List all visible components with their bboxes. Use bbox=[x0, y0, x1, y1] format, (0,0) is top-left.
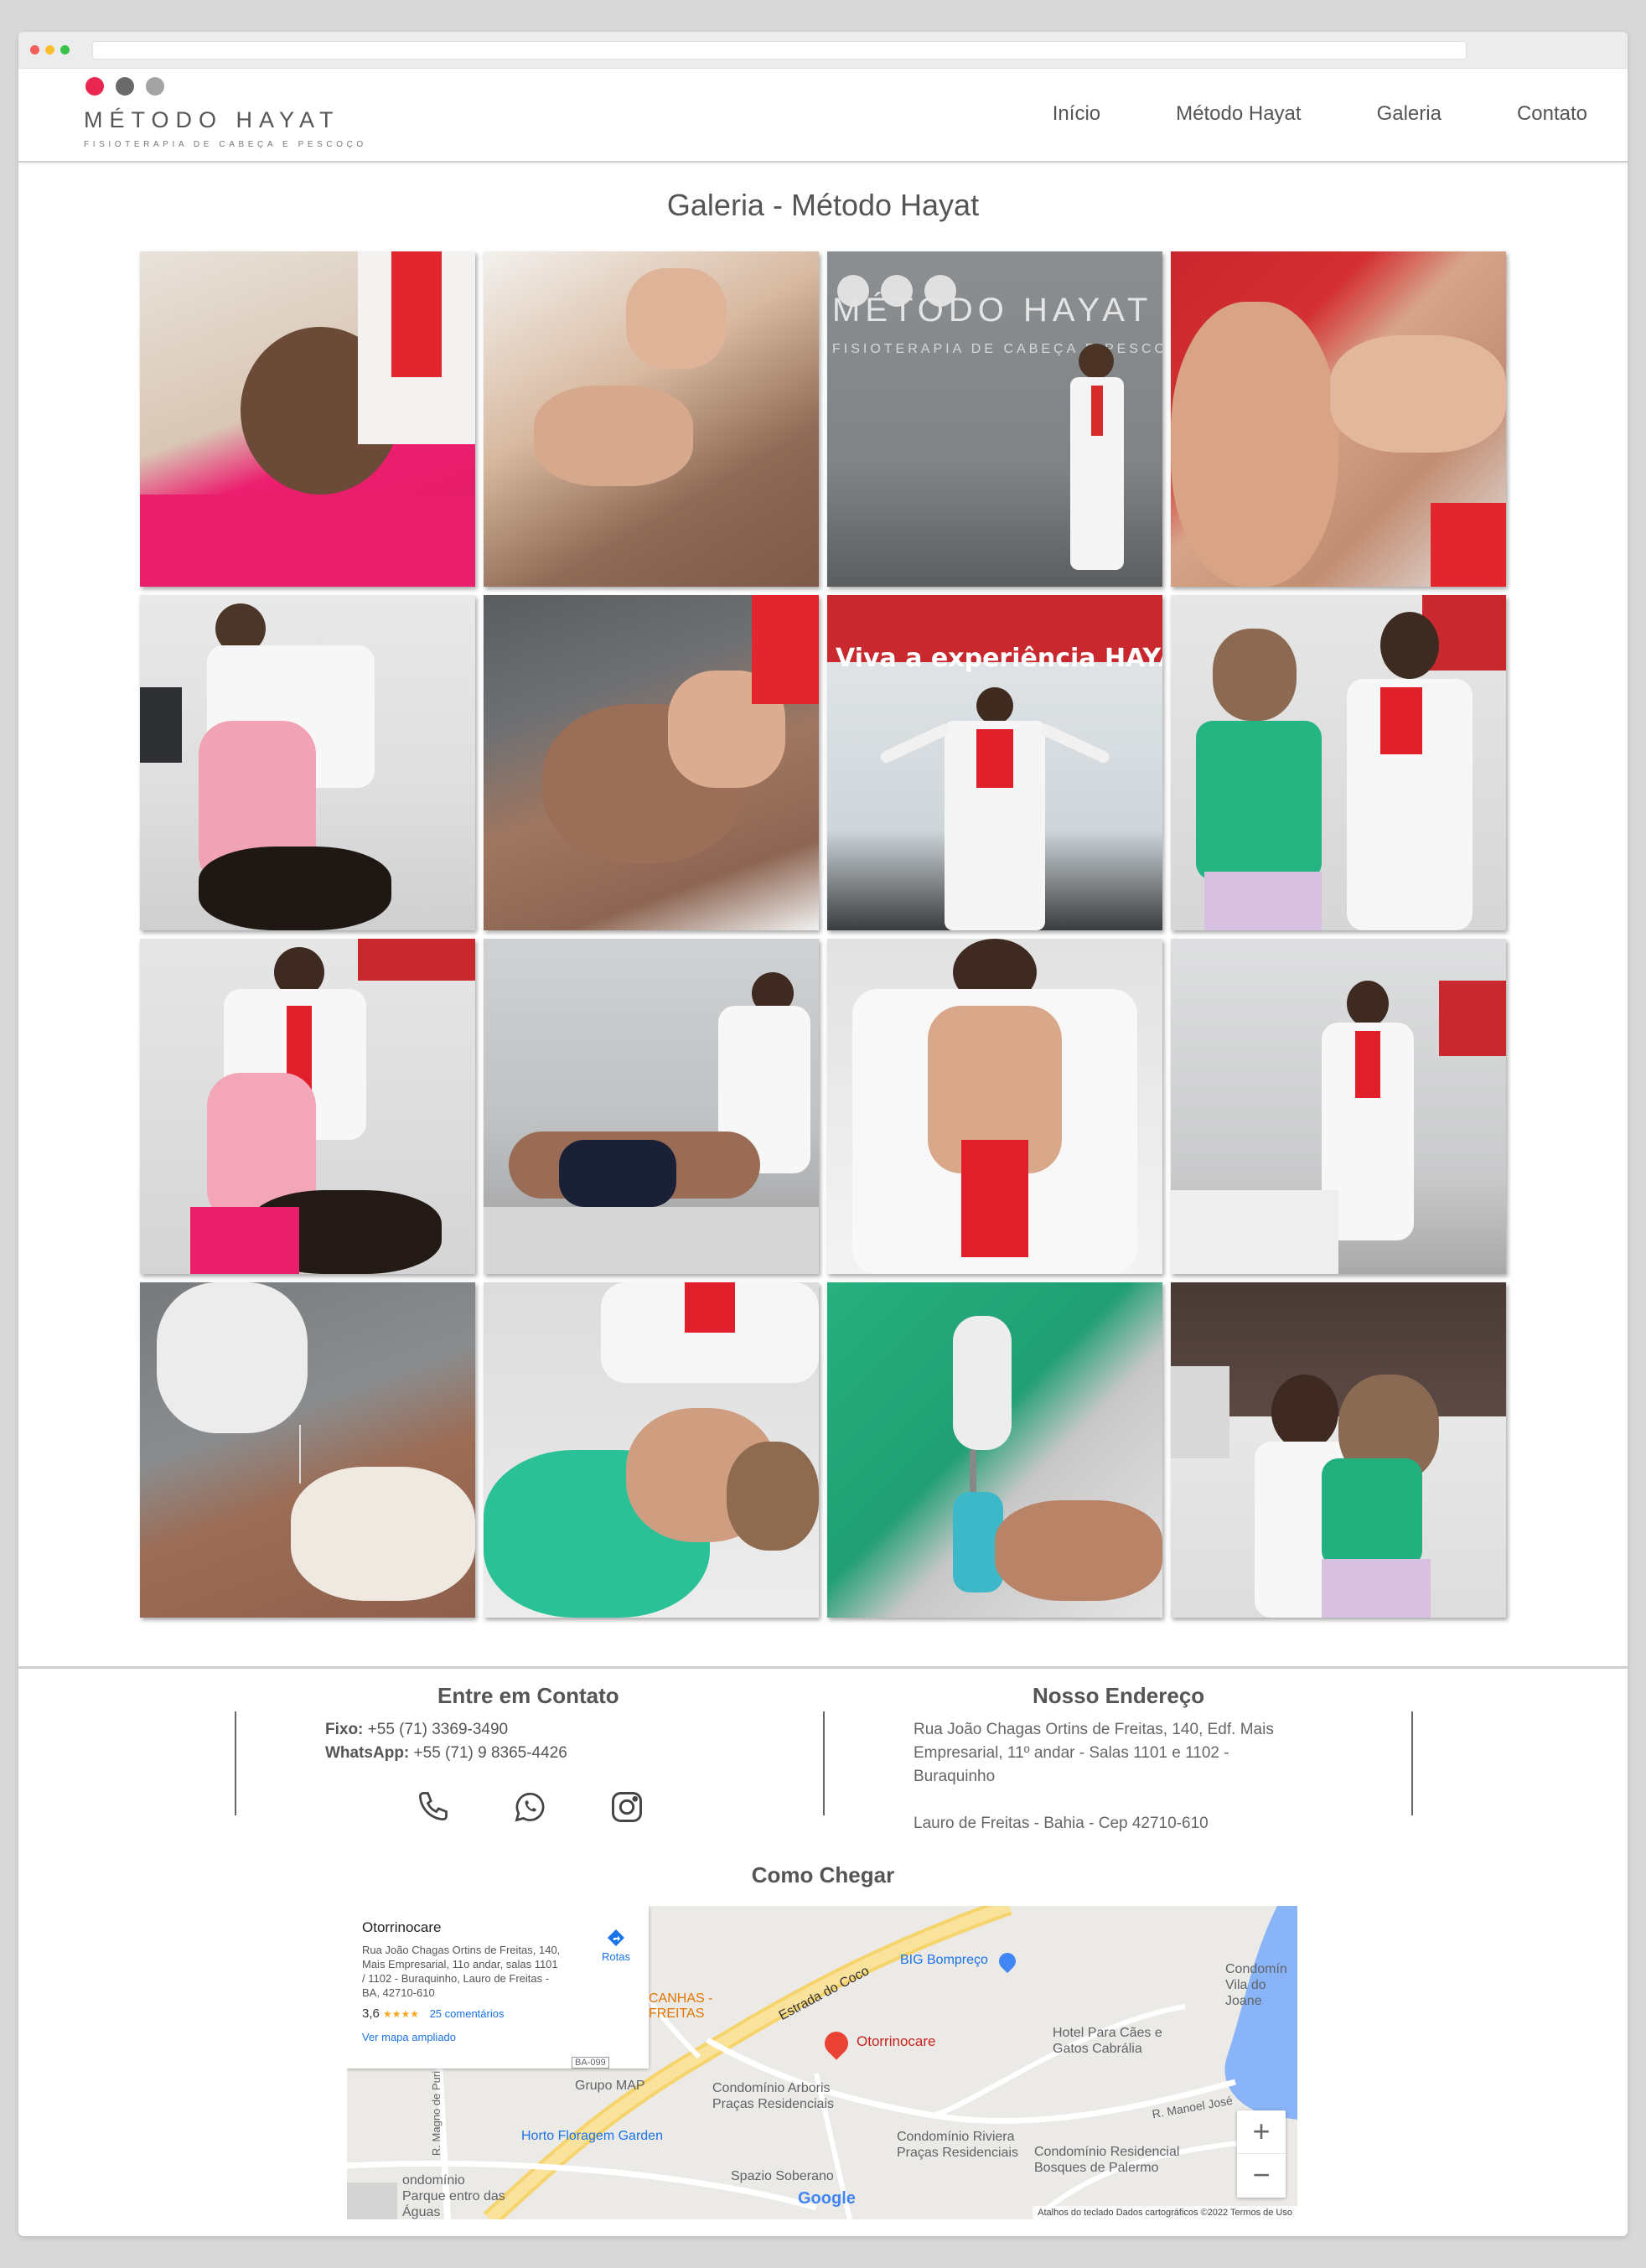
address-left-border bbox=[823, 1711, 825, 1815]
address-section: Nosso Endereço bbox=[1033, 1683, 1204, 1709]
instagram-icon[interactable] bbox=[608, 1789, 645, 1825]
gallery-photo-12[interactable] bbox=[1171, 939, 1506, 1274]
phone-line: Fixo: +55 (71) 3369-3490 bbox=[325, 1718, 567, 1742]
map-label-ba099: BA-099 bbox=[572, 2057, 609, 2069]
gallery-photo-10[interactable] bbox=[484, 939, 819, 1274]
logo-title: MÉTODO HAYAT bbox=[84, 107, 340, 132]
gallery-photo-13[interactable] bbox=[140, 1282, 475, 1618]
map-label-spazio[interactable]: Spazio Soberano bbox=[731, 2169, 834, 2184]
place-address: Rua João Chagas Ortins de Freitas, 140, … bbox=[362, 1944, 561, 1999]
google-logo: Google bbox=[798, 2189, 856, 2208]
map-label-grupo-map[interactable]: Grupo MAP bbox=[575, 2079, 645, 2094]
phone-icon[interactable] bbox=[414, 1789, 451, 1825]
whatsapp-line: WhatsApp: +55 (71) 9 8365-4426 bbox=[325, 1742, 567, 1765]
maximize-window-icon[interactable] bbox=[60, 45, 70, 54]
map-attribution[interactable]: Atalhos do teclado Dados cartográficos ©… bbox=[1033, 2206, 1297, 2219]
nav-contato[interactable]: Contato bbox=[1517, 102, 1587, 126]
address-bar[interactable] bbox=[92, 41, 1467, 60]
gallery-photo-11[interactable] bbox=[827, 939, 1162, 1274]
nav-metodo-hayat[interactable]: Método Hayat bbox=[1176, 102, 1301, 126]
map-label-magno: R. Magno de Puri bbox=[430, 2070, 443, 2157]
browser-toolbar bbox=[18, 32, 1628, 69]
phone-label: Fixo: bbox=[325, 1721, 364, 1738]
map-label-canhas[interactable]: CANHAS - FREITAS bbox=[649, 1991, 732, 2022]
page-title: Galeria - Método Hayat bbox=[666, 188, 980, 222]
map-label-riviera[interactable]: Condomínio Riviera Praças Residenciais bbox=[897, 2129, 1039, 2161]
gallery-photo-2[interactable] bbox=[484, 251, 819, 587]
map-label-parque[interactable]: ondomínio Parque entro das Águas bbox=[402, 2172, 511, 2219]
nav-galeria[interactable]: Galeria bbox=[1377, 102, 1442, 126]
gallery-photo-16[interactable] bbox=[1171, 1282, 1506, 1618]
gallery-photo-7[interactable]: Viva a experiência HAYAT bbox=[827, 595, 1162, 930]
nav-inicio[interactable]: Início bbox=[1053, 102, 1100, 126]
minimize-window-icon[interactable] bbox=[45, 45, 54, 54]
gallery-photo-8[interactable] bbox=[1171, 595, 1506, 930]
whatsapp-icon[interactable] bbox=[511, 1789, 548, 1825]
main-nav: Início Método Hayat Galeria Contato bbox=[977, 102, 1587, 126]
wall-logo-title: MÉTODO HAYAT bbox=[832, 292, 1153, 329]
place-name: Otorrinocare bbox=[362, 1919, 442, 1935]
address-text: Rua João Chagas Ortins de Freitas, 140, … bbox=[914, 1718, 1291, 1836]
map-label-vila[interactable]: Condomín Vila do Joane bbox=[1225, 1961, 1297, 2009]
marker-label[interactable]: Otorrinocare bbox=[857, 2033, 935, 2050]
phone-number[interactable]: +55 (71) 3369-3490 bbox=[363, 1721, 508, 1738]
gallery-photo-6[interactable] bbox=[484, 595, 819, 930]
footer-divider bbox=[18, 1666, 1628, 1669]
map-label-hotel[interactable]: Hotel Para Cães e Gatos Cabrália bbox=[1053, 2025, 1178, 2057]
contact-phones: Fixo: +55 (71) 3369-3490 WhatsApp: +55 (… bbox=[325, 1718, 567, 1765]
zoom-controls: + − bbox=[1237, 2110, 1286, 2198]
map-label-horto[interactable]: Horto Floragem Garden bbox=[521, 2129, 663, 2144]
logo-dots-icon bbox=[85, 77, 367, 96]
browser-window: MÉTODO HAYAT FISIOTERAPIA DE CABEÇA E PE… bbox=[18, 32, 1628, 2236]
map-label-arboris[interactable]: Condomínio Arboris Praças Residenciais bbox=[712, 2080, 863, 2112]
map-label-big[interactable]: BIG Bompreço bbox=[900, 1953, 988, 1968]
zoom-in-button[interactable]: + bbox=[1237, 2110, 1286, 2154]
place-card: Otorrinocare Rua João Chagas Ortins de F… bbox=[347, 1906, 649, 2069]
close-window-icon[interactable] bbox=[30, 45, 39, 54]
directions-label: Rotas bbox=[602, 1950, 630, 1963]
enlarge-map-link[interactable]: Ver mapa ampliado bbox=[362, 2031, 634, 2043]
logo[interactable]: MÉTODO HAYAT FISIOTERAPIA DE CABEÇA E PE… bbox=[84, 77, 367, 149]
photo-caption: Viva a experiência HAYAT bbox=[836, 644, 1162, 673]
rating-value: 3,6 bbox=[362, 2007, 380, 2021]
directions-title: Como Chegar bbox=[751, 1862, 895, 1887]
place-rating: 3,6 ★★★★ 25 comentários bbox=[362, 2007, 634, 2021]
address-line-1: Rua João Chagas Ortins de Freitas, 140, … bbox=[914, 1721, 1274, 1785]
contact-title: Entre em Contato bbox=[437, 1683, 619, 1708]
address-right-border bbox=[1411, 1711, 1413, 1815]
reviews-link[interactable]: 25 comentários bbox=[430, 2007, 505, 2020]
contact-left-border bbox=[235, 1711, 236, 1815]
gallery-photo-9[interactable] bbox=[140, 939, 475, 1274]
gallery-photo-3[interactable]: MÉTODO HAYAT FISIOTERAPIA DE CABEÇA E PE… bbox=[827, 251, 1162, 587]
social-icons bbox=[414, 1789, 645, 1825]
whatsapp-number[interactable]: +55 (71) 9 8365-4426 bbox=[409, 1744, 567, 1762]
google-map[interactable]: Otorrinocare Rua João Chagas Ortins de F… bbox=[347, 1906, 1297, 2219]
whatsapp-label: WhatsApp: bbox=[325, 1744, 410, 1762]
rating-stars-icon: ★★★★ bbox=[383, 2008, 420, 2020]
directions-icon bbox=[608, 1929, 625, 1946]
logo-subtitle: FISIOTERAPIA DE CABEÇA E PESCOÇO bbox=[84, 140, 367, 149]
address-line-2: Lauro de Freitas - Bahia - Cep 42710-610 bbox=[914, 1815, 1209, 1832]
contact-section: Entre em Contato bbox=[437, 1683, 619, 1709]
gallery-photo-1[interactable] bbox=[140, 251, 475, 587]
map-label-palermo[interactable]: Condomínio Residencial Bosques de Palerm… bbox=[1034, 2144, 1202, 2176]
gallery-photo-5[interactable] bbox=[140, 595, 475, 930]
site-header: MÉTODO HAYAT FISIOTERAPIA DE CABEÇA E PE… bbox=[18, 69, 1628, 163]
directions-button[interactable]: Rotas bbox=[602, 1928, 630, 1963]
gallery-photo-15[interactable] bbox=[827, 1282, 1162, 1618]
gallery-photo-4[interactable] bbox=[1171, 251, 1506, 587]
zoom-out-button[interactable]: − bbox=[1237, 2154, 1286, 2198]
gallery-photo-14[interactable] bbox=[484, 1282, 819, 1618]
address-title: Nosso Endereço bbox=[1033, 1683, 1205, 1708]
photo-gallery: MÉTODO HAYAT FISIOTERAPIA DE CABEÇA E PE… bbox=[140, 251, 1508, 1618]
